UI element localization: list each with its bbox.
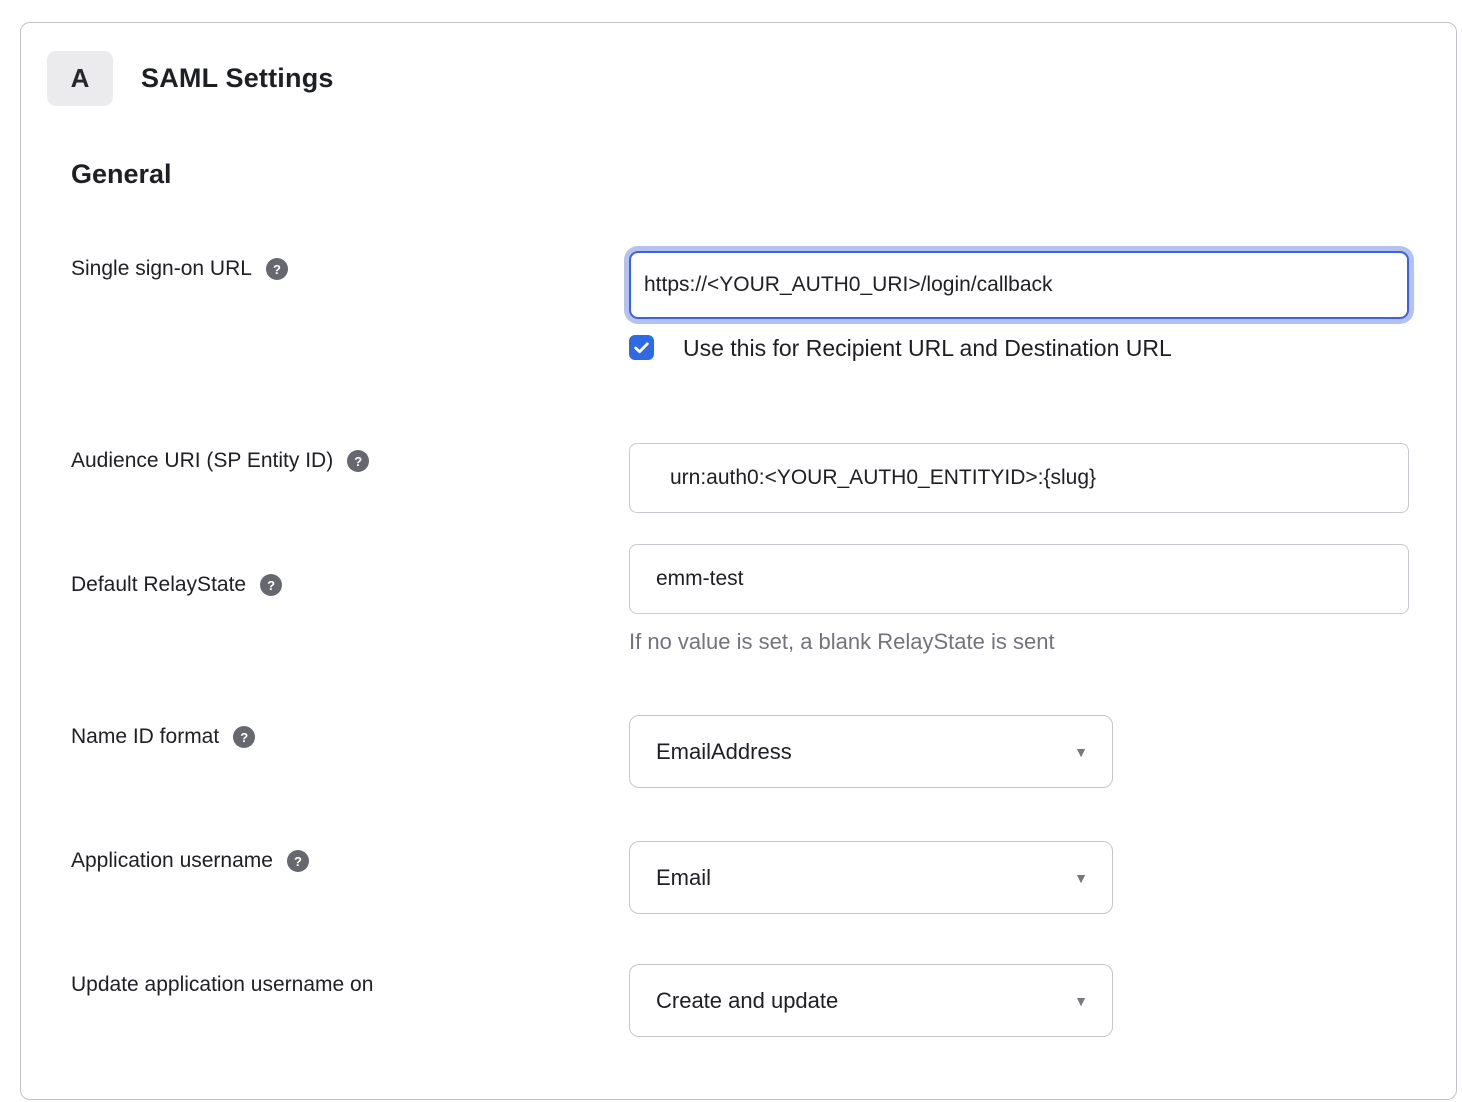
name-id-format-label: Name ID format ? [71,725,255,749]
sso-url-label: Single sign-on URL ? [71,257,288,281]
application-username-select[interactable]: Email ▼ [629,841,1113,914]
audience-uri-input[interactable] [629,443,1409,513]
update-application-username-label: Update application username on [71,973,373,997]
relay-state-helper-text: If no value is set, a blank RelayState i… [629,629,1055,655]
sso-url-input[interactable] [629,251,1409,319]
audience-uri-label-text: Audience URI (SP Entity ID) [71,449,333,473]
help-icon[interactable]: ? [233,726,255,748]
application-username-value: Email [656,865,711,891]
checkmark-icon [633,339,650,356]
update-application-username-label-text: Update application username on [71,973,373,997]
step-badge: A [47,51,113,106]
relay-state-label-text: Default RelayState [71,573,246,597]
chevron-down-icon: ▼ [1074,994,1088,1008]
help-icon[interactable]: ? [287,850,309,872]
help-icon[interactable]: ? [266,258,288,280]
saml-settings-panel: A SAML Settings General Single sign-on U… [20,22,1457,1100]
name-id-format-value: EmailAddress [656,739,792,765]
name-id-format-label-text: Name ID format [71,725,219,749]
application-username-label: Application username ? [71,849,309,873]
chevron-down-icon: ▼ [1074,745,1088,759]
panel-title: SAML Settings [141,63,334,94]
relay-state-label: Default RelayState ? [71,573,282,597]
chevron-down-icon: ▼ [1074,871,1088,885]
help-icon[interactable]: ? [260,574,282,596]
application-username-label-text: Application username [71,849,273,873]
use-for-recipient-checkbox[interactable] [629,335,654,360]
update-application-username-select[interactable]: Create and update ▼ [629,964,1113,1037]
step-badge-letter: A [71,63,90,94]
audience-uri-label: Audience URI (SP Entity ID) ? [71,449,369,473]
section-title-general: General [71,159,172,190]
relay-state-input[interactable] [629,544,1409,614]
sso-url-label-text: Single sign-on URL [71,257,252,281]
name-id-format-select[interactable]: EmailAddress ▼ [629,715,1113,788]
update-application-username-value: Create and update [656,988,838,1014]
use-for-recipient-label: Use this for Recipient URL and Destinati… [683,335,1172,362]
help-icon[interactable]: ? [347,450,369,472]
